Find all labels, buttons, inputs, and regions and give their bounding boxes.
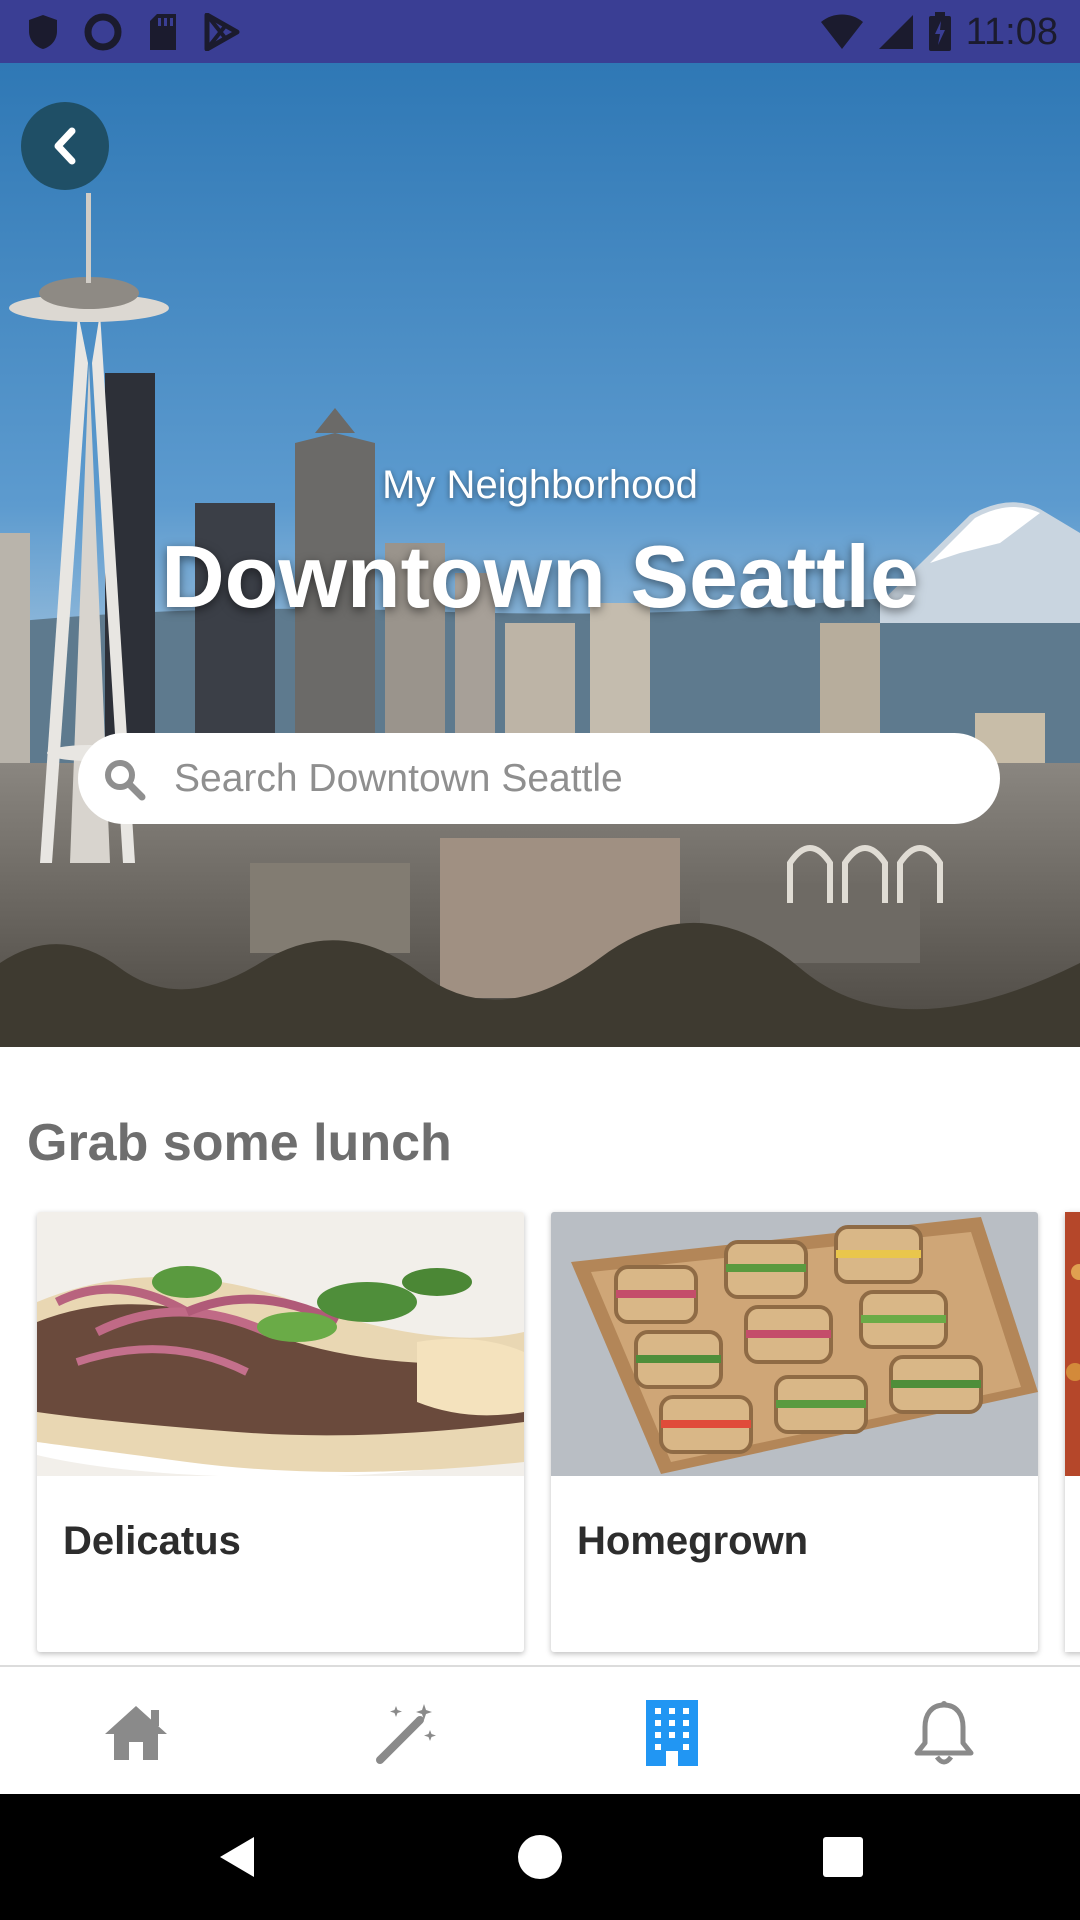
bottom-navigation bbox=[0, 1665, 1080, 1794]
circle-icon bbox=[84, 13, 122, 51]
nav-home[interactable] bbox=[96, 1693, 176, 1773]
restaurant-name: Delicatus bbox=[63, 1519, 241, 1563]
sd-card-icon bbox=[150, 14, 176, 50]
status-notification-icons bbox=[28, 8, 240, 56]
bell-icon bbox=[914, 1701, 974, 1765]
search-icon bbox=[105, 759, 146, 800]
wifi-icon bbox=[820, 14, 863, 49]
play-store-icon bbox=[204, 13, 240, 51]
nav-discover[interactable] bbox=[365, 1693, 445, 1773]
system-back-button[interactable] bbox=[204, 1824, 270, 1890]
system-home-button[interactable] bbox=[507, 1824, 573, 1890]
section-title-lunch: Grab some lunch bbox=[27, 1114, 452, 1172]
restaurant-card-partial[interactable] bbox=[1065, 1212, 1080, 1652]
hero-banner: My Neighborhood Downtown Seattle Search … bbox=[0, 63, 1080, 1047]
restaurant-card-homegrown[interactable]: Homegrown bbox=[551, 1212, 1038, 1652]
building-icon bbox=[646, 1700, 698, 1766]
chevron-left-icon bbox=[54, 127, 76, 165]
hero-subtitle: My Neighborhood bbox=[382, 463, 698, 507]
search-bar[interactable]: Search Downtown Seattle bbox=[78, 733, 1000, 824]
magic-wand-icon bbox=[376, 1704, 436, 1764]
battery-icon bbox=[928, 12, 951, 51]
nav-notifications[interactable] bbox=[904, 1693, 984, 1773]
back-button[interactable] bbox=[21, 102, 109, 190]
hero-title: Downtown Seattle bbox=[161, 527, 919, 626]
status-system-icons: 11:08 bbox=[820, 8, 1058, 56]
shield-icon bbox=[29, 15, 57, 49]
status-time: 11:08 bbox=[965, 10, 1058, 53]
home-circle-icon bbox=[518, 1835, 562, 1879]
card-image-sandwich bbox=[37, 1212, 524, 1476]
search-input[interactable]: Search Downtown Seattle bbox=[174, 757, 623, 801]
restaurant-card-delicatus[interactable]: Delicatus bbox=[37, 1212, 524, 1652]
system-recents-button[interactable] bbox=[810, 1824, 876, 1890]
card-image-sandwich-box bbox=[551, 1212, 1038, 1476]
system-navigation-bar bbox=[0, 1794, 1080, 1920]
back-triangle-icon bbox=[220, 1837, 254, 1877]
home-icon bbox=[105, 1706, 167, 1760]
restaurant-name: Homegrown bbox=[577, 1519, 809, 1563]
recents-square-icon bbox=[823, 1837, 863, 1877]
signal-icon bbox=[878, 15, 913, 49]
nav-neighborhood[interactable] bbox=[632, 1693, 712, 1773]
status-bar: 11:08 bbox=[0, 0, 1080, 63]
